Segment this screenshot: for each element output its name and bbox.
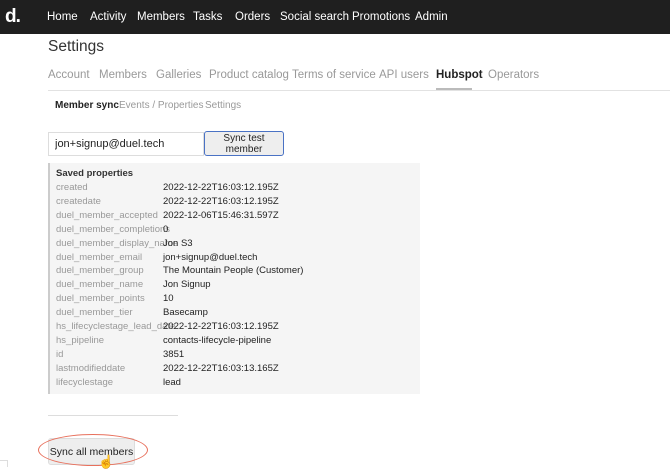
nav-orders[interactable]: Orders — [235, 11, 270, 23]
property-key: duel_member_accepted — [56, 209, 158, 221]
property-value: lead — [163, 376, 181, 388]
property-row: lifecyclestage lead — [56, 377, 416, 391]
tab-api-users[interactable]: API users — [379, 69, 429, 81]
property-key: lastmodifieddate — [56, 362, 126, 374]
property-value: 2022-12-06T15:46:31.597Z — [163, 209, 279, 221]
subtab-settings[interactable]: Settings — [205, 100, 241, 111]
email-input[interactable] — [48, 132, 204, 156]
property-value: Jon Signup — [163, 279, 211, 291]
property-row: duel_member_accepted 2022-12-06T15:46:31.… — [56, 210, 416, 224]
tab-hubspot[interactable]: Hubspot — [436, 69, 483, 81]
property-row: duel_member_email jon+signup@duel.tech — [56, 252, 416, 266]
property-key: duel_member_group — [56, 265, 144, 277]
nav-admin[interactable]: Admin — [415, 11, 448, 23]
nav-home[interactable]: Home — [47, 11, 78, 23]
corner-mark — [0, 460, 8, 467]
property-row: hs_lifecyclestage_lead_date 2022-12-22T16… — [56, 321, 416, 335]
property-value: 2022-12-22T16:03:12.195Z — [163, 182, 279, 193]
property-key: createdate — [56, 195, 101, 207]
sync-all-members-button[interactable]: Sync all members — [48, 438, 135, 465]
tab-product-catalog[interactable]: Product catalog — [209, 69, 289, 81]
property-row: lastmodifieddate 2022-12-22T16:03:13.165Z — [56, 363, 416, 377]
property-key: id — [56, 348, 64, 360]
property-value: 0 — [163, 223, 169, 235]
property-row: duel_member_group The Mountain People (Cu… — [56, 265, 416, 279]
property-row: duel_member_completions 0 — [56, 224, 416, 238]
property-key: duel_member_name — [56, 279, 144, 291]
page-title: Settings — [48, 38, 105, 55]
saved-properties-title: Saved properties — [56, 168, 134, 179]
property-row: createdate 2022-12-22T16:03:12.195Z — [56, 196, 416, 210]
property-key: hs_lifecyclestage_lead_date — [56, 321, 176, 332]
property-value: 2022-12-22T16:03:12.195Z — [163, 195, 279, 207]
property-value: The Mountain People (Customer) — [163, 265, 304, 277]
property-value: jon+signup@duel.tech — [163, 251, 258, 263]
divider — [48, 415, 178, 416]
property-row: created 2022-12-22T16:03:12.195Z — [56, 182, 416, 196]
property-key: duel_member_points — [56, 293, 145, 305]
tab-operators[interactable]: Operators — [488, 69, 539, 81]
nav-social-search[interactable]: Social search — [280, 11, 349, 23]
property-value: Jon S3 — [163, 237, 193, 249]
property-row: duel_member_tier Basecamp — [56, 307, 416, 321]
property-key: duel_member_display_name — [56, 237, 178, 249]
property-key: duel_member_email — [56, 251, 143, 263]
subtab-member-sync[interactable]: Member sync — [55, 100, 119, 111]
tab-members[interactable]: Members — [99, 69, 147, 81]
property-value: 2022-12-22T16:03:13.165Z — [163, 362, 279, 374]
property-key: duel_member_completions — [56, 223, 171, 235]
nav-promotions[interactable]: Promotions — [352, 11, 410, 23]
sync-test-member-button[interactable]: Sync test member — [204, 131, 284, 156]
tab-terms-of-service[interactable]: Terms of service — [292, 69, 376, 81]
nav-activity[interactable]: Activity — [90, 11, 126, 23]
property-row: duel_member_points 10 — [56, 293, 416, 307]
property-key: hs_pipeline — [56, 334, 105, 346]
logo[interactable]: d. — [5, 6, 21, 28]
property-key: duel_member_tier — [56, 307, 133, 319]
tabs-divider — [48, 90, 670, 91]
property-row: duel_member_name Jon Signup — [56, 279, 416, 293]
property-row: duel_member_display_name Jon S3 — [56, 238, 416, 252]
nav-tasks[interactable]: Tasks — [193, 11, 222, 23]
property-value: contacts-lifecycle-pipeline — [163, 334, 272, 346]
property-row: id 3851 — [56, 349, 416, 363]
property-value: 2022-12-22T16:03:12.195Z — [163, 321, 279, 332]
property-value: 10 — [163, 293, 174, 305]
top-nav: d. Home Activity Members Tasks Orders So… — [0, 0, 670, 34]
property-key: lifecyclestage — [56, 376, 114, 388]
subtab-events-properties[interactable]: Events / Properties — [119, 100, 203, 111]
tab-account[interactable]: Account — [48, 69, 90, 81]
property-value: 3851 — [163, 348, 185, 360]
property-value: Basecamp — [163, 307, 208, 319]
saved-properties-panel: Saved properties created 2022-12-22T16:03… — [48, 163, 420, 394]
property-row: hs_pipeline contacts-lifecycle-pipeline — [56, 335, 416, 349]
nav-members[interactable]: Members — [137, 11, 185, 23]
tab-galleries[interactable]: Galleries — [156, 69, 201, 81]
property-key: created — [56, 182, 88, 193]
